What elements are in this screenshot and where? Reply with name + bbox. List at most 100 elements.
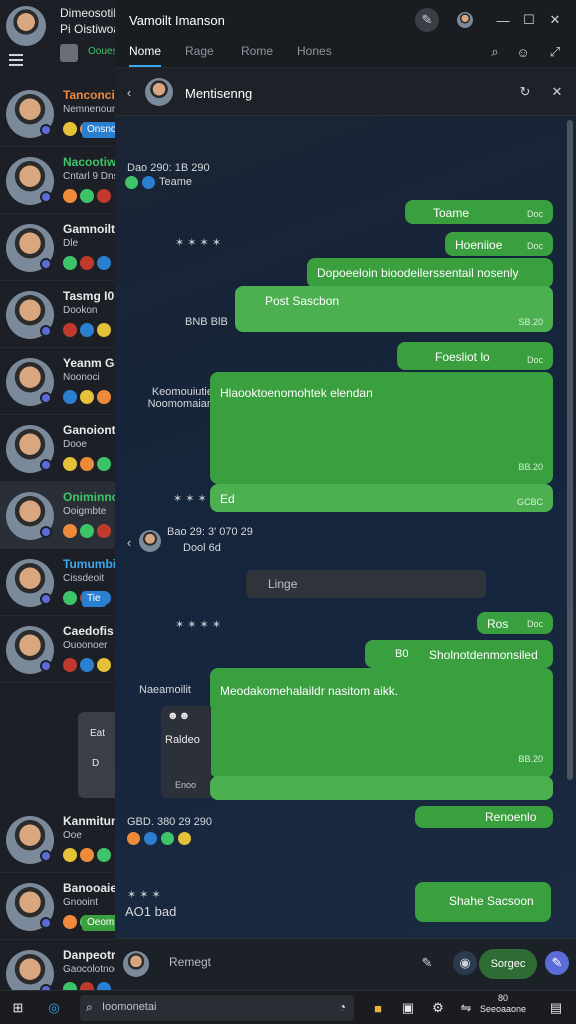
conversation-name: Gamnoilt xyxy=(63,222,116,236)
tab-rome[interactable]: Rome xyxy=(241,44,273,58)
chat-app-icon[interactable]: ▣ xyxy=(398,998,418,1018)
chat-window: Vamoilt Imanson ✎ — ☐ ✕ Nome Rage Rome H… xyxy=(115,0,576,990)
message-meta: GBD. 380 29 290 xyxy=(127,816,213,828)
message-bubble[interactable]: Ed GCBC xyxy=(210,484,553,512)
message-bubble[interactable]: Ros Doc xyxy=(477,612,553,634)
conversation-item[interactable]: Danpeotri Gaocolotnoe xyxy=(0,940,120,990)
message-text: Dopoeeloin bioodeilerssentail nosenly xyxy=(317,266,519,280)
message-text: Ed xyxy=(220,492,235,506)
account-avatar[interactable] xyxy=(453,8,477,32)
expand-icon[interactable]: ⤢ xyxy=(543,40,567,64)
conversation-name: Nacootiwe xyxy=(63,155,120,169)
online-badge xyxy=(40,124,52,136)
profile-status: Pi Oistiwoan xyxy=(60,22,120,36)
reaction-icon xyxy=(80,256,94,270)
message-time: BB.20 xyxy=(518,754,543,764)
reaction-icon xyxy=(97,256,111,270)
reaction-icon xyxy=(97,390,111,404)
message-bubble[interactable]: B0 Sholnotdenmonsiled xyxy=(365,640,553,668)
conversation-item[interactable]: Yeanm Gab Noonoci xyxy=(0,348,120,415)
emoji-icon[interactable]: ☺ xyxy=(511,40,535,64)
conversation-name: Banooaie xyxy=(63,881,118,895)
message-text: Ros xyxy=(487,617,509,631)
message-input[interactable]: Remegt xyxy=(169,955,211,969)
message-bubble[interactable] xyxy=(210,776,553,800)
conversation-list: TanconcinNemnenouneetiOnsnoNacootiweCnta… xyxy=(0,80,120,683)
contact-avatar[interactable] xyxy=(139,530,161,552)
online-badge xyxy=(40,917,52,929)
reaction-icon xyxy=(63,122,77,136)
profile-avatar[interactable] xyxy=(6,6,46,46)
maximize-icon[interactable]: ☐ xyxy=(517,8,541,32)
conversation-sidebar: Dimeosotil Pi Oistiwoan Oouesoil Tanconc… xyxy=(0,0,120,990)
message-bubble[interactable]: Renoenlo xyxy=(415,806,553,828)
message-bubble[interactable]: Hlaooktoenomohtek elendan BB.20 xyxy=(210,372,553,484)
tab-hones[interactable]: Hones xyxy=(297,44,332,58)
refresh-icon[interactable]: ↻ xyxy=(513,80,537,104)
settings-icon[interactable]: ⚙ xyxy=(428,998,448,1018)
attach-icon[interactable]: ✎ xyxy=(415,951,439,975)
quoted-message[interactable]: ☻☻ Raldeo Enoo xyxy=(161,706,211,798)
voice-search-icon[interactable]: ◔ xyxy=(339,1000,346,1014)
conversation-preview: Dle xyxy=(63,238,79,249)
send-button[interactable]: Sorgec xyxy=(479,949,537,979)
taskbar-search[interactable]: ⌕ Ioomonetai ◔ xyxy=(80,995,354,1021)
folder-icon[interactable]: ■ xyxy=(368,998,388,1018)
windows-start-icon[interactable]: ⊞ xyxy=(8,998,28,1018)
message-bubble[interactable]: Shahe Sacsoon xyxy=(415,882,551,922)
message-bubble[interactable]: Foesliot lo Doc xyxy=(397,342,553,370)
conversation-item[interactable]: Kanmitun Ooe xyxy=(0,806,120,873)
message-bubble[interactable]: Meodakomehalaildr nasitom aikk. BB.20 xyxy=(210,668,553,778)
minimize-icon[interactable]: — xyxy=(491,8,515,32)
message-bubble[interactable]: Toame Doc xyxy=(405,200,553,224)
conversation-item[interactable]: Nacootiwe Cntarl 9 Dnsn xyxy=(0,147,120,214)
conversation-item[interactable]: Tasmg I0 Dookon xyxy=(0,281,120,348)
search-icon[interactable]: ⌕ xyxy=(483,40,507,64)
system-clock[interactable]: 80 Seeoaaone xyxy=(480,993,526,1015)
conversation-preview: Ooe xyxy=(63,830,82,841)
message-bubble[interactable]: Post Sascbon SB.20 xyxy=(235,286,553,332)
conversation-item[interactable]: Ganoiont Dooe xyxy=(0,415,120,482)
tab-home[interactable]: Nome xyxy=(129,44,162,67)
conversation-preview: Gnooint xyxy=(63,897,99,908)
message-bubble[interactable]: Hoeniioe Doc xyxy=(445,232,553,256)
conversation-item[interactable]: Oniminno Ooigmbte xyxy=(0,482,120,549)
back-icon[interactable]: ‹ xyxy=(117,80,141,104)
reaction-icons xyxy=(63,457,111,471)
message-bubble[interactable]: Dopoeeloin bioodeilerssentail nosenly xyxy=(307,258,553,288)
system-divider: Linge xyxy=(246,570,486,598)
message-meta: BNB BlB xyxy=(185,316,228,328)
reaction-icon xyxy=(63,189,77,203)
menu-icon[interactable] xyxy=(9,54,23,66)
scrollbar[interactable] xyxy=(567,120,573,780)
online-badge xyxy=(40,258,52,270)
back-icon[interactable]: ‹ xyxy=(117,530,141,554)
conversation-item[interactable]: Gamnoilt Dle xyxy=(0,214,120,281)
app-icon[interactable]: ◎ xyxy=(44,998,64,1018)
conversation-item[interactable]: Caedofis Ouoonoer xyxy=(0,616,120,683)
notification-icon[interactable]: ▤ xyxy=(546,998,566,1018)
online-badge xyxy=(40,660,52,672)
close-window-icon[interactable]: ✕ xyxy=(543,8,567,32)
profile-header[interactable]: Dimeosotil Pi Oistiwoan Oouesoil xyxy=(0,0,120,80)
tab-page[interactable]: Rage xyxy=(185,44,214,58)
window-title: Vamoilt Imanson xyxy=(129,13,225,28)
tab-bar: Nome Rage Rome Hones ⌕ ☺ ⤢ xyxy=(115,38,576,68)
pin-icon[interactable]: ✎ xyxy=(415,8,439,32)
message-text: Shahe Sacsoon xyxy=(449,894,534,908)
close-chat-icon[interactable]: ✕ xyxy=(545,80,569,104)
conversation-name: Oniminno xyxy=(63,490,119,504)
conversation-name: Danpeotri xyxy=(63,948,120,962)
conversation-item[interactable]: Banooaie Gnooint Oeom xyxy=(0,873,120,940)
reaction-icon xyxy=(80,189,94,203)
my-avatar[interactable] xyxy=(123,951,149,977)
reaction-icon xyxy=(80,390,94,404)
voice-icon[interactable]: ✎ xyxy=(545,951,569,975)
conversation-item[interactable]: Tumumbio Cissdeoit Tie xyxy=(0,549,120,616)
camera-icon[interactable]: ◉ xyxy=(453,951,477,975)
message-text: Renoenlo xyxy=(485,810,537,824)
conversation-name: Tumumbio xyxy=(63,557,120,571)
contact-avatar[interactable] xyxy=(145,78,173,106)
conversation-item[interactable]: TanconcinNemnenouneetiOnsno xyxy=(0,80,120,147)
network-icon[interactable]: ⇋ xyxy=(456,998,476,1018)
